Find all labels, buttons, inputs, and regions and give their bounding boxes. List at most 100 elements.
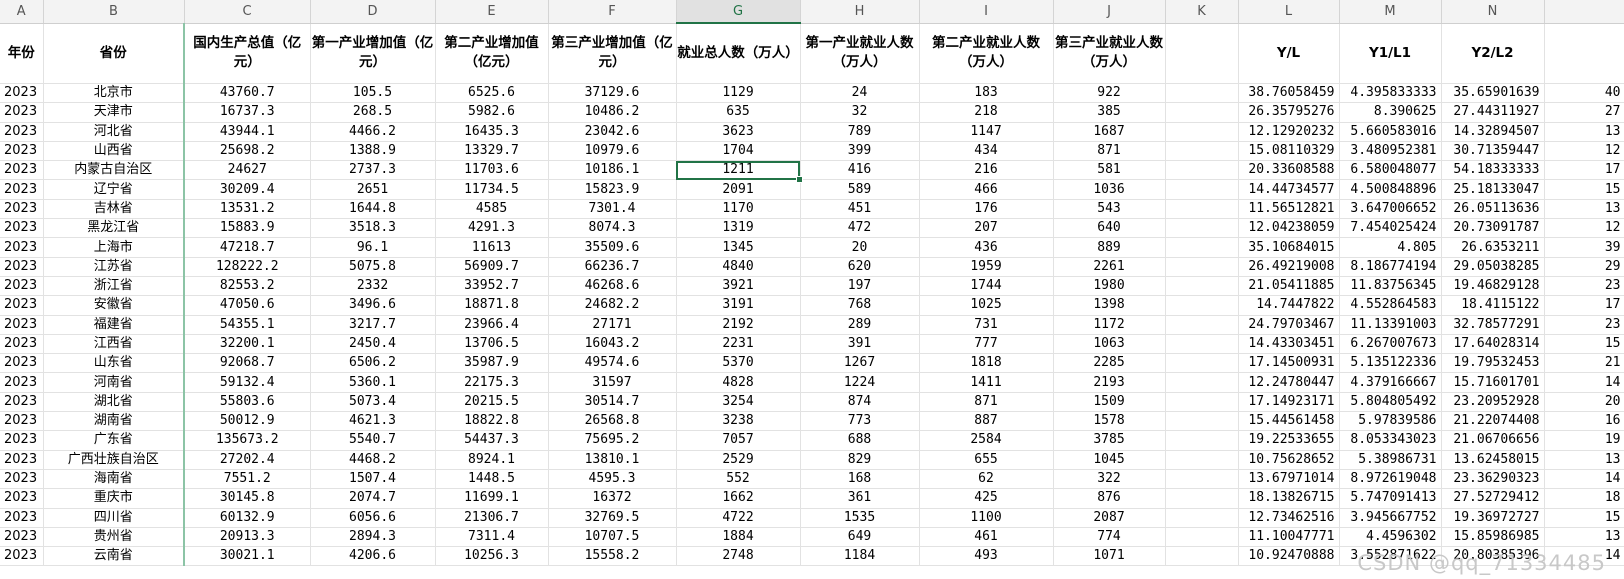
cell[interactable]: 27.52729412: [1441, 488, 1545, 509]
cell[interactable]: 1884: [676, 527, 801, 548]
cell[interactable]: 1267: [800, 353, 920, 374]
cell[interactable]: 23966.4: [435, 315, 549, 335]
cell[interactable]: [1165, 392, 1239, 413]
cell[interactable]: 24.79703467: [1238, 315, 1340, 335]
cell[interactable]: 20.73091787: [1441, 218, 1545, 239]
cell[interactable]: 13: [1544, 199, 1624, 220]
cell[interactable]: 2023: [0, 353, 44, 374]
cell[interactable]: 20: [800, 237, 920, 258]
cell[interactable]: 内蒙古自治区: [43, 160, 185, 181]
cell[interactable]: 2231: [676, 334, 801, 355]
cell[interactable]: 218: [919, 102, 1054, 123]
cell[interactable]: 吉林省: [43, 199, 185, 220]
cell[interactable]: 59132.4: [184, 372, 311, 393]
cell[interactable]: [1165, 102, 1239, 123]
cell[interactable]: 176: [919, 199, 1054, 220]
header-cell[interactable]: 第三产业就业人数（万人）: [1053, 23, 1166, 84]
cell[interactable]: 18.13826715: [1238, 488, 1340, 509]
cell[interactable]: 472: [800, 218, 920, 239]
cell[interactable]: 887: [919, 411, 1054, 432]
cell[interactable]: 399: [800, 141, 920, 162]
cell[interactable]: [1165, 276, 1239, 297]
cell[interactable]: 2023: [0, 83, 44, 104]
cell[interactable]: 29: [1544, 257, 1624, 277]
cell[interactable]: 207: [919, 218, 1054, 239]
cell[interactable]: 12.73462516: [1238, 508, 1340, 528]
cell[interactable]: 山西省: [43, 141, 185, 162]
cell[interactable]: 581: [1053, 160, 1166, 181]
cell[interactable]: 23042.6: [548, 122, 677, 142]
cell[interactable]: 35509.6: [548, 237, 677, 258]
cell[interactable]: 26.35795276: [1238, 102, 1340, 123]
cell[interactable]: 2023: [0, 122, 44, 142]
cell[interactable]: 2737.3: [310, 160, 436, 181]
fill-handle[interactable]: [796, 175, 803, 183]
cell[interactable]: 2023: [0, 508, 44, 528]
header-cell[interactable]: [1544, 23, 1624, 84]
cell[interactable]: 38.76058459: [1238, 83, 1340, 104]
cell[interactable]: 23.36290323: [1441, 469, 1545, 490]
column-letter-f[interactable]: F: [548, 0, 677, 24]
cell[interactable]: 1071: [1053, 546, 1166, 567]
column-letter-a[interactable]: A: [0, 0, 44, 24]
cell[interactable]: 35.10684015: [1238, 237, 1340, 258]
cell[interactable]: 3785: [1053, 430, 1166, 451]
cell[interactable]: 广东省: [43, 430, 185, 451]
cell[interactable]: 16737.3: [184, 102, 311, 123]
cell[interactable]: 3.480952381: [1339, 141, 1442, 162]
cell[interactable]: 7.454025424: [1339, 218, 1442, 239]
cell[interactable]: 4466.2: [310, 122, 436, 142]
cell[interactable]: 2023: [0, 141, 44, 162]
cell[interactable]: [1165, 546, 1239, 567]
cell[interactable]: 5982.6: [435, 102, 549, 123]
cell[interactable]: 552: [676, 469, 801, 490]
cell[interactable]: 19.22533655: [1238, 430, 1340, 451]
cell[interactable]: 4722: [676, 508, 801, 528]
cell[interactable]: 32: [800, 102, 920, 123]
cell[interactable]: 4585: [435, 199, 549, 220]
cell[interactable]: 1980: [1053, 276, 1166, 297]
cell[interactable]: [1165, 353, 1239, 374]
cell[interactable]: 4291.3: [435, 218, 549, 239]
cell[interactable]: [1165, 257, 1239, 277]
cell[interactable]: 16435.3: [435, 122, 549, 142]
cell[interactable]: 23: [1544, 276, 1624, 297]
cell[interactable]: 2450.4: [310, 334, 436, 355]
cell[interactable]: 11.10047771: [1238, 527, 1340, 548]
cell[interactable]: 14.7447822: [1238, 295, 1340, 316]
cell[interactable]: 62: [919, 469, 1054, 490]
header-cell[interactable]: 年份: [0, 23, 44, 84]
cell[interactable]: 23.20952928: [1441, 392, 1545, 413]
cell[interactable]: 1578: [1053, 411, 1166, 432]
cell[interactable]: 12.24780447: [1238, 372, 1340, 393]
cell[interactable]: 26.49219008: [1238, 257, 1340, 277]
column-letter-k[interactable]: K: [1165, 0, 1239, 24]
cell[interactable]: 4595.3: [548, 469, 677, 490]
cell[interactable]: 30145.8: [184, 488, 311, 509]
cell[interactable]: 2529: [676, 450, 801, 470]
cell[interactable]: 12.04238059: [1238, 218, 1340, 239]
cell[interactable]: [1165, 488, 1239, 509]
cell[interactable]: 14: [1544, 469, 1624, 490]
cell[interactable]: 2023: [0, 237, 44, 258]
cell[interactable]: 829: [800, 450, 920, 470]
column-letter-n[interactable]: N: [1441, 0, 1545, 24]
cell[interactable]: 871: [919, 392, 1054, 413]
cell[interactable]: [1165, 430, 1239, 451]
cell[interactable]: 3191: [676, 295, 801, 316]
header-cell[interactable]: 第一产业增加值（亿元）: [310, 23, 436, 84]
cell[interactable]: 3623: [676, 122, 801, 142]
cell[interactable]: 4828: [676, 372, 801, 393]
cell[interactable]: 11.56512821: [1238, 199, 1340, 220]
cell[interactable]: 434: [919, 141, 1054, 162]
cell[interactable]: 15823.9: [548, 179, 677, 200]
cell[interactable]: 4.552864583: [1339, 295, 1442, 316]
cell[interactable]: 1507.4: [310, 469, 436, 490]
cell[interactable]: [1165, 450, 1239, 470]
cell[interactable]: 6525.6: [435, 83, 549, 104]
cell[interactable]: 385: [1053, 102, 1166, 123]
cell[interactable]: 3238: [676, 411, 801, 432]
cell[interactable]: 3921: [676, 276, 801, 297]
cell[interactable]: 4206.6: [310, 546, 436, 567]
cell[interactable]: 5.38986731: [1339, 450, 1442, 470]
